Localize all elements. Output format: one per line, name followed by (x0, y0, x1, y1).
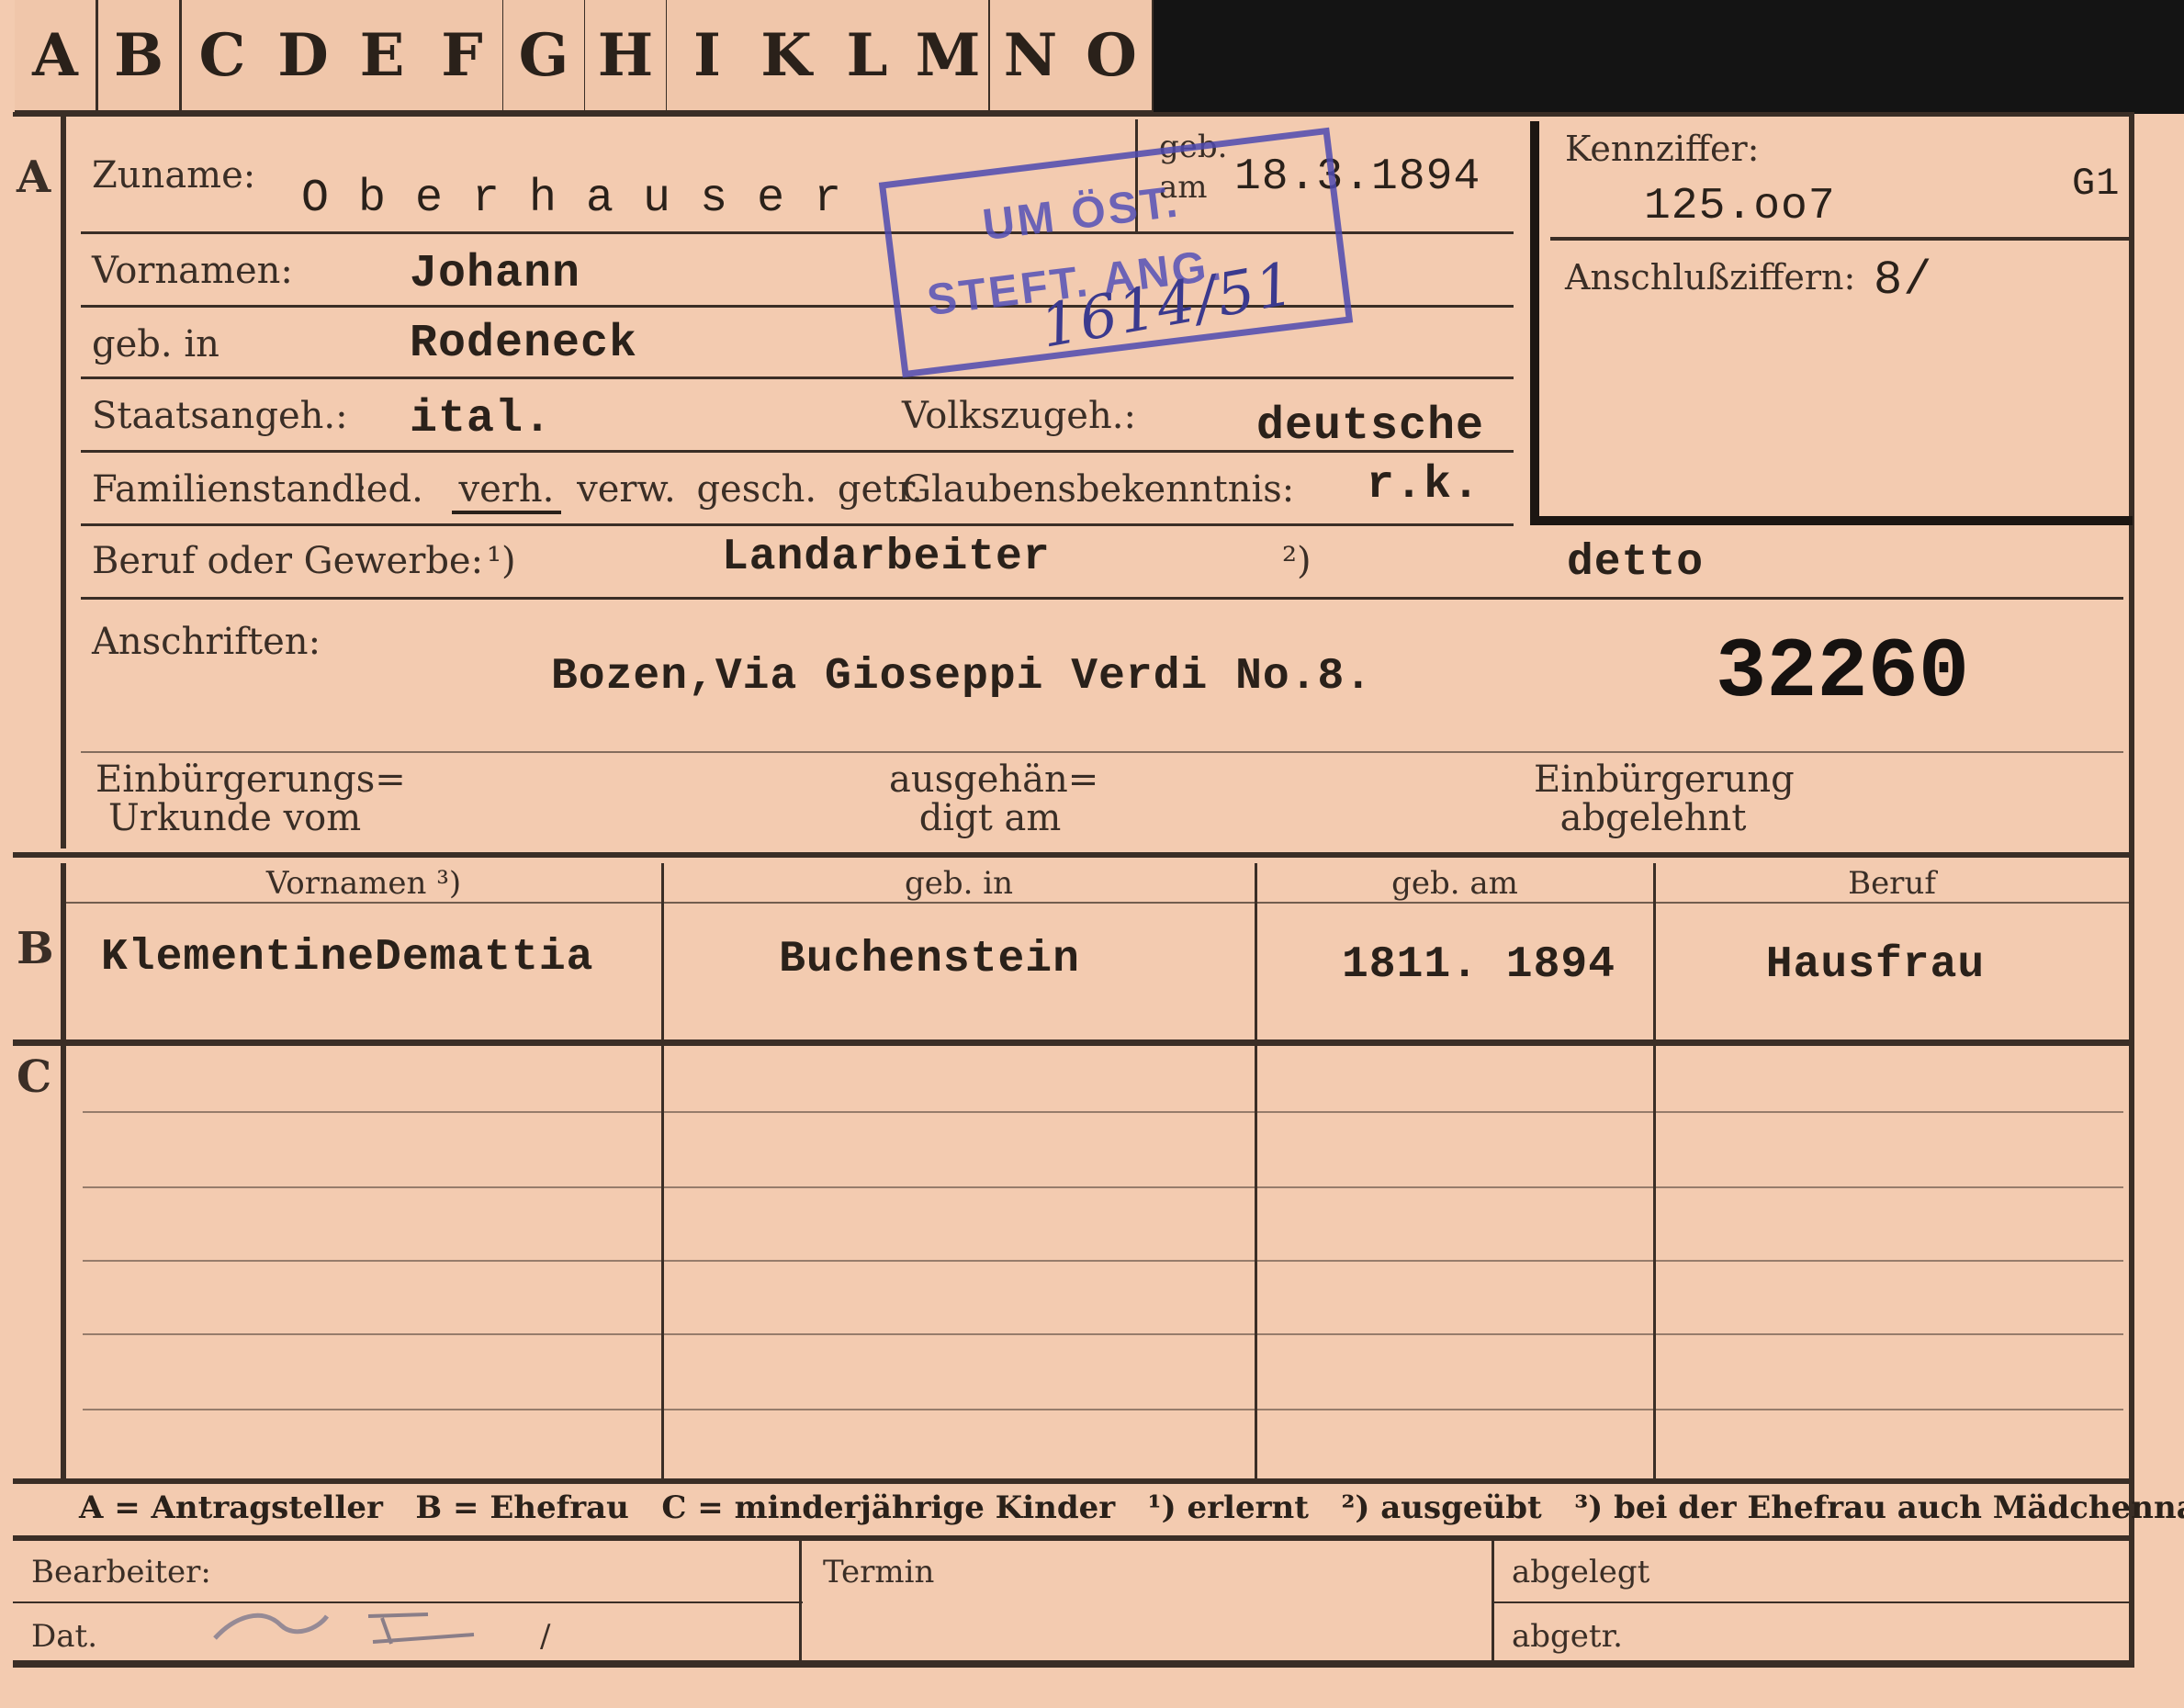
zuname-value: O b e r h a u s e r (301, 173, 843, 225)
kennziffer-suffix: G1 (2072, 162, 2121, 206)
einbuergerung-urkunde-line1: Einbürgerungs= (96, 758, 406, 801)
einbuergerung-urkunde-label: Einbürgerungs= Urkunde vom (96, 760, 406, 837)
anschrift-value: Bozen,Via Gioseppi Verdi No.8. (551, 652, 1373, 702)
einbuergerung-abgelehnt-line2: abgelehnt (1559, 797, 1747, 839)
einbuergerung-abgelehnt-label: Einbürgerung abgelehnt (1534, 758, 1795, 839)
vornamen-value: Johann (410, 248, 581, 300)
ausgehaendigt-line2: digt am (918, 797, 1062, 839)
beruf-ausgeuebt-value: detto (1567, 538, 1705, 588)
tab-b[interactable]: B (98, 0, 182, 114)
kennziffer-value: 125.oo7 (1644, 182, 1836, 231)
einbuergerung-abgelehnt-line1: Einbürgerung (1534, 758, 1795, 801)
ehefrau-vornamen: KlementineDemattia (101, 933, 594, 983)
ausgehaendigt-line1: ausgehän= (889, 758, 1099, 801)
abgetr-label: abgetr. (1512, 1618, 1623, 1655)
table-header-beruf: Beruf (1848, 865, 1936, 902)
tab-f[interactable]: F (422, 0, 505, 114)
familienstand-options: led. verh. verw. gesch. getr. (355, 468, 923, 514)
anschlussziffern-label: Anschlußziffern: (1565, 257, 1856, 298)
beruf-erlernt-value: Landarbeiter (722, 533, 1051, 582)
section-a-marker: A (17, 152, 51, 203)
card-top-edge (1154, 0, 2184, 114)
table-header-geb-in: geb. in (904, 865, 1014, 902)
termin-label: Termin (823, 1554, 935, 1590)
ehefrau-geb-am: 1811. 1894 (1341, 940, 1616, 990)
tab-a[interactable]: A (15, 0, 98, 114)
table-header-vornamen: Vornamen ³) (265, 865, 462, 902)
tab-g[interactable]: G (503, 0, 587, 114)
bearbeiter-label: Bearbeiter: (31, 1554, 211, 1590)
beruf-note-1: ¹) (487, 540, 516, 582)
volkszugeh-label: Volkszugeh.: (902, 395, 1136, 437)
familienstand-label: Familienstand: (92, 468, 367, 511)
ehefrau-beruf: Hausfrau (1765, 940, 1986, 990)
tab-o[interactable]: O (1071, 0, 1154, 114)
kennziffer-label: Kennziffer: (1565, 129, 1760, 169)
volkszugeh-value: deutsche (1256, 400, 1485, 453)
tab-l[interactable]: L (827, 0, 910, 114)
geb-in-value: Rodeneck (410, 318, 638, 370)
staatsangeh-label: Staatsangeh.: (92, 395, 348, 437)
beruf-label: Beruf oder Gewerbe: (92, 540, 484, 582)
beruf-note-2: ²) (1282, 540, 1312, 582)
anschriften-label: Anschriften: (92, 621, 321, 663)
handwritten-initials-scribble (213, 1612, 475, 1645)
tab-e[interactable]: E (342, 0, 425, 114)
tab-c[interactable]: C (182, 0, 265, 114)
section-b-marker: B (17, 923, 54, 974)
fam-option-gesch: gesch. (696, 468, 817, 511)
dat-label: Dat. (31, 1618, 98, 1655)
ausgehaendigt-label: ausgehän= digt am (889, 758, 1099, 839)
registration-number: 32260 (1716, 624, 1970, 721)
geb-in-label: geb. in (92, 323, 220, 365)
anschlussziffern-value: 8/ (1874, 253, 1933, 308)
zuname-label: Zuname: (92, 154, 256, 197)
dat-slash: / (540, 1618, 551, 1655)
legend: A = Antragsteller B = Ehefrau C = minder… (79, 1489, 2184, 1526)
table-header-geb-am: geb. am (1391, 865, 1518, 902)
fam-option-verw: verw. (577, 468, 676, 511)
tab-n[interactable]: N (990, 0, 1074, 114)
glaubensbekenntnis-label: Glaubensbekenntnis: (902, 468, 1295, 511)
fam-option-verh: verh. (451, 468, 562, 514)
section-c-marker: C (17, 1051, 52, 1103)
tab-d[interactable]: D (263, 0, 346, 114)
index-tabs: A B C D E F G H I K L M N O (15, 0, 1154, 114)
stamp-line1: UM ÖST. (980, 177, 1183, 251)
tab-h[interactable]: H (585, 0, 669, 114)
abgelegt-label: abgelegt (1512, 1554, 1650, 1590)
registration-card: A B C D E F G H I K L M N O A B C Zuname… (0, 0, 2184, 1708)
tab-m[interactable]: M (907, 0, 991, 114)
tab-k[interactable]: K (746, 0, 829, 114)
handwritten-initials (208, 1598, 483, 1653)
vornamen-label: Vornamen: (92, 250, 293, 292)
tab-i[interactable]: I (667, 0, 750, 114)
staatsangeh-value: ital. (410, 393, 553, 445)
glaubensbekenntnis-value: r.k. (1367, 459, 1481, 511)
fam-option-led: led. (355, 468, 423, 511)
ehefrau-geb-in: Buchenstein (779, 935, 1080, 984)
einbuergerung-urkunde-line2: Urkunde vom (108, 797, 362, 839)
